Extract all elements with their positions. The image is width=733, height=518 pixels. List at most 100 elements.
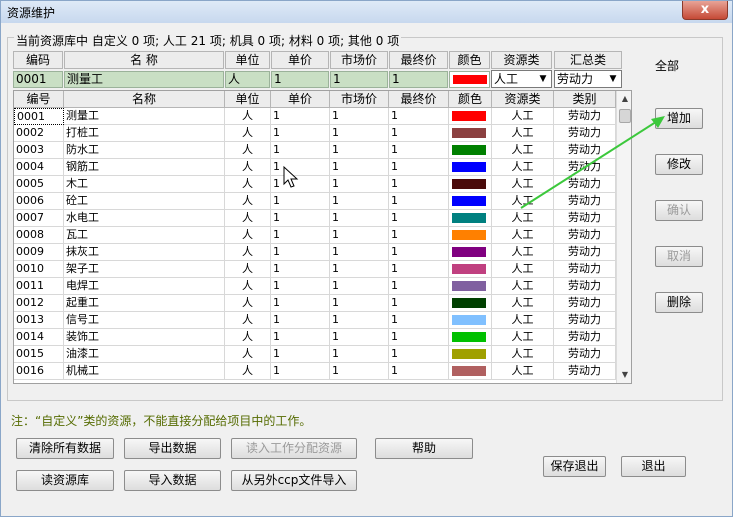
add-button[interactable]: 增加 — [655, 108, 703, 129]
cell-color — [449, 176, 492, 193]
price-field[interactable]: 1 — [271, 71, 329, 88]
cell-price: 1 — [271, 295, 330, 312]
close-button[interactable]: x — [682, 1, 728, 20]
table-row[interactable]: 0007 水电工人 1 1 1 人工 劳动力 — [14, 210, 616, 227]
table-row[interactable]: 0002 打桩工人 1 1 1 人工 劳动力 — [14, 125, 616, 142]
custom-resource-note: 注：“自定义”类的资源，不能直接分配给项目中的工作。 — [11, 414, 312, 428]
cancel-button[interactable]: 取消 — [655, 246, 703, 267]
column-header-final[interactable]: 最终价 — [389, 91, 449, 108]
cell-final: 1 — [389, 159, 449, 176]
cell-price: 1 — [271, 159, 330, 176]
column-header-resource-type[interactable]: 资源类 — [492, 91, 554, 108]
editor-header-color: 颜色 — [449, 51, 490, 69]
cell-name: 机械工 — [64, 363, 225, 380]
cell-category: 劳动力 — [554, 159, 616, 176]
cell-category: 劳动力 — [554, 210, 616, 227]
cell-market: 1 — [330, 244, 389, 261]
color-swatch — [452, 230, 486, 240]
cell-unit: 人 — [225, 312, 271, 329]
color-picker[interactable] — [449, 71, 490, 88]
help-button[interactable]: 帮助 — [375, 438, 473, 459]
column-header-unit[interactable]: 单位 — [225, 91, 271, 108]
resource-type-select[interactable]: 人工 ▼ — [491, 70, 552, 88]
color-swatch — [452, 128, 486, 138]
column-header-color[interactable]: 颜色 — [449, 91, 492, 108]
unit-field[interactable]: 人 — [225, 71, 270, 88]
cell-color — [449, 261, 492, 278]
cell-market: 1 — [330, 278, 389, 295]
scroll-up-icon[interactable]: ▲ — [617, 91, 631, 107]
table-row[interactable]: 0013 信号工人 1 1 1 人工 劳动力 — [14, 312, 616, 329]
name-field[interactable]: 测量工 — [64, 71, 224, 88]
cell-color — [449, 193, 492, 210]
color-swatch — [452, 366, 486, 376]
cell-resource-type: 人工 — [492, 329, 554, 346]
cell-resource-type: 人工 — [492, 363, 554, 380]
import-from-ccp-button[interactable]: 从另外ccp文件导入 — [231, 470, 357, 491]
cell-unit: 人 — [225, 125, 271, 142]
table-row[interactable]: 0008 瓦工人 1 1 1 人工 劳动力 — [14, 227, 616, 244]
cell-unit: 人 — [225, 278, 271, 295]
clear-all-data-button[interactable]: 清除所有数据 — [16, 438, 114, 459]
chevron-down-icon[interactable]: ▼ — [536, 72, 550, 86]
export-data-button[interactable]: 导出数据 — [124, 438, 221, 459]
market-price-field[interactable]: 1 — [330, 71, 388, 88]
cell-color — [449, 329, 492, 346]
editor-header-market: 市场价 — [330, 51, 388, 69]
read-resource-library-button[interactable]: 读资源库 — [16, 470, 114, 491]
chevron-down-icon[interactable]: ▼ — [606, 72, 620, 86]
confirm-button[interactable]: 确认 — [655, 200, 703, 221]
table-row[interactable]: 0015 油漆工人 1 1 1 人工 劳动力 — [14, 346, 616, 363]
cell-price: 1 — [271, 125, 330, 142]
code-field[interactable]: 0001 — [13, 71, 63, 88]
table-row[interactable]: 0009 抹灰工人 1 1 1 人工 劳动力 — [14, 244, 616, 261]
final-price-field[interactable]: 1 — [389, 71, 448, 88]
color-swatch — [452, 264, 486, 274]
import-data-button[interactable]: 导入数据 — [124, 470, 221, 491]
scroll-thumb[interactable] — [619, 109, 631, 123]
table-row[interactable]: 0004 钢筋工人 1 1 1 人工 劳动力 — [14, 159, 616, 176]
cell-name: 水电工 — [64, 210, 225, 227]
read-assigned-resources-button[interactable]: 读入工作分配资源 — [231, 438, 357, 459]
cell-market: 1 — [330, 346, 389, 363]
editor-header-summary-type: 汇总类 — [554, 51, 622, 69]
column-header-market[interactable]: 市场价 — [330, 91, 389, 108]
delete-button[interactable]: 删除 — [655, 292, 703, 313]
save-and-exit-button[interactable]: 保存退出 — [543, 456, 606, 477]
resource-table[interactable]: 编号 名称 单位 单价 市场价 最终价 颜色 资源类 类别 0001 测量工人 1 1… — [13, 90, 632, 384]
table-row[interactable]: 0005 木工人 1 1 1 人工 劳动力 — [14, 176, 616, 193]
cell-market: 1 — [330, 261, 389, 278]
table-row[interactable]: 0010 架子工人 1 1 1 人工 劳动力 — [14, 261, 616, 278]
cell-unit: 人 — [225, 363, 271, 380]
table-row[interactable]: 0003 防水工人 1 1 1 人工 劳动力 — [14, 142, 616, 159]
cell-code: 0016 — [14, 363, 64, 380]
summary-type-select[interactable]: 劳动力 ▼ — [554, 70, 622, 88]
scroll-down-icon[interactable]: ▼ — [617, 367, 631, 383]
color-swatch — [452, 179, 486, 189]
cell-final: 1 — [389, 142, 449, 159]
cell-unit: 人 — [225, 295, 271, 312]
color-swatch — [452, 111, 486, 121]
table-row[interactable]: 0011 电焊工人 1 1 1 人工 劳动力 — [14, 278, 616, 295]
table-row[interactable]: 0016 机械工人 1 1 1 人工 劳动力 — [14, 363, 616, 380]
cell-resource-type: 人工 — [492, 244, 554, 261]
column-header-name[interactable]: 名称 — [64, 91, 225, 108]
cell-color — [449, 346, 492, 363]
cell-resource-type: 人工 — [492, 142, 554, 159]
table-row[interactable]: 0012 起重工人 1 1 1 人工 劳动力 — [14, 295, 616, 312]
vertical-scrollbar[interactable]: ▲ ▼ — [616, 91, 631, 383]
cell-resource-type: 人工 — [492, 159, 554, 176]
cell-final: 1 — [389, 278, 449, 295]
table-row[interactable]: 0006 砼工人 1 1 1 人工 劳动力 — [14, 193, 616, 210]
cell-price: 1 — [271, 227, 330, 244]
column-header-category[interactable]: 类别 — [554, 91, 616, 108]
title-bar[interactable]: 资源维护 x — [1, 1, 732, 23]
table-row[interactable]: 0001 测量工人 1 1 1 人工 劳动力 — [14, 108, 616, 125]
table-row[interactable]: 0014 装饰工人 1 1 1 人工 劳动力 — [14, 329, 616, 346]
column-header-code[interactable]: 编号 — [14, 91, 64, 108]
column-header-price[interactable]: 单价 — [271, 91, 330, 108]
modify-button[interactable]: 修改 — [655, 154, 703, 175]
cell-unit: 人 — [225, 210, 271, 227]
cell-color — [449, 210, 492, 227]
exit-button[interactable]: 退出 — [621, 456, 686, 477]
